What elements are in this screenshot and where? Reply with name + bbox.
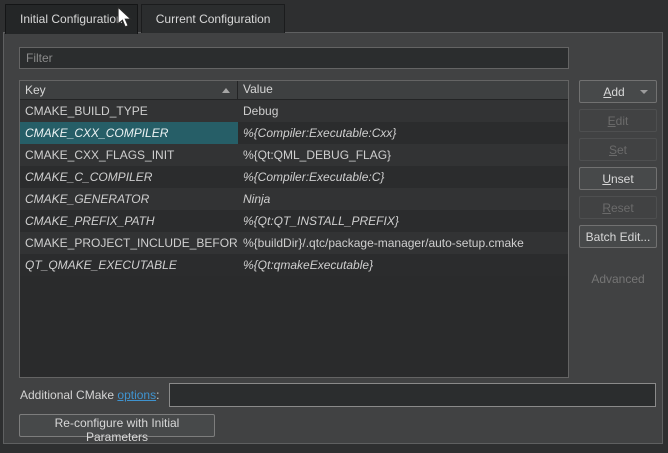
table-row: CMAKE_BUILD_TYPE Debug (20, 100, 568, 122)
advanced-toggle[interactable]: Advanced (579, 272, 657, 286)
key-cell[interactable]: CMAKE_CXX_FLAGS_INIT (20, 144, 238, 166)
table-body: CMAKE_BUILD_TYPE Debug CMAKE_CXX_COMPILE… (20, 100, 568, 276)
key-cell[interactable]: CMAKE_PREFIX_PATH (20, 210, 238, 232)
batch-edit-button[interactable]: Batch Edit... (579, 225, 657, 248)
key-cell[interactable]: QT_QMAKE_EXECUTABLE (20, 254, 238, 276)
configuration-tabbar: Initial Configuration Current Configurat… (5, 4, 285, 34)
add-dropdown-icon (640, 90, 648, 94)
additional-cmake-options-label: Additional CMake options: (20, 387, 159, 403)
value-cell[interactable]: %{Qt:QML_DEBUG_FLAG} (238, 144, 568, 166)
value-cell[interactable]: Debug (238, 100, 568, 122)
table-row: CMAKE_GENERATOR Ninja (20, 188, 568, 210)
label-suffix: : (156, 388, 159, 402)
table-row: QT_QMAKE_EXECUTABLE %{Qt:qmakeExecutable… (20, 254, 568, 276)
value-cell[interactable]: Ninja (238, 188, 568, 210)
initial-configuration-pane: Key Value CMAKE_BUILD_TYPE Debug CMAKE_C… (3, 32, 663, 444)
key-cell[interactable]: CMAKE_GENERATOR (20, 188, 238, 210)
additional-options-input[interactable] (169, 383, 656, 407)
value-cell[interactable]: %{Compiler:Executable:C} (238, 166, 568, 188)
cmake-configuration-panel: { "tabs": { "items": [ { "label": "Initi… (0, 0, 668, 453)
sort-ascending-icon (222, 88, 230, 93)
reset-button[interactable]: Reset (579, 196, 657, 219)
value-cell[interactable]: %{Qt:qmakeExecutable} (238, 254, 568, 276)
key-cell[interactable]: CMAKE_CXX_COMPILER (20, 122, 238, 144)
variables-table: Key Value CMAKE_BUILD_TYPE Debug CMAKE_C… (19, 80, 569, 378)
table-row: CMAKE_CXX_FLAGS_INIT %{Qt:QML_DEBUG_FLAG… (20, 144, 568, 166)
filter-input[interactable] (19, 47, 569, 69)
value-cell[interactable]: %{buildDir}/.qtc/package-manager/auto-se… (238, 232, 568, 254)
label-prefix: Additional CMake (20, 388, 117, 402)
table-row: CMAKE_PREFIX_PATH %{Qt:QT_INSTALL_PREFIX… (20, 210, 568, 232)
column-header-key[interactable]: Key (20, 81, 238, 99)
set-button[interactable]: Set (579, 138, 657, 161)
table-header-row: Key Value (20, 81, 568, 100)
tab-initial-configuration[interactable]: Initial Configuration (5, 4, 138, 34)
table-row: CMAKE_CXX_COMPILER %{Compiler:Executable… (20, 122, 568, 144)
key-cell[interactable]: CMAKE_PROJECT_INCLUDE_BEFORE (20, 232, 238, 254)
value-cell[interactable]: %{Qt:QT_INSTALL_PREFIX} (238, 210, 568, 232)
tab-current-configuration[interactable]: Current Configuration (141, 4, 286, 33)
edit-button[interactable]: Edit (579, 109, 657, 132)
reconfigure-button[interactable]: Re-configure with Initial Parameters (19, 414, 215, 437)
table-row: CMAKE_PROJECT_INCLUDE_BEFORE %{buildDir}… (20, 232, 568, 254)
options-link[interactable]: options (117, 388, 156, 402)
key-cell[interactable]: CMAKE_BUILD_TYPE (20, 100, 238, 122)
add-button[interactable]: Add (579, 80, 657, 103)
column-header-value[interactable]: Value (238, 81, 568, 99)
column-header-key-label: Key (25, 82, 46, 99)
value-cell[interactable]: %{Compiler:Executable:Cxx} (238, 122, 568, 144)
table-row: CMAKE_C_COMPILER %{Compiler:Executable:C… (20, 166, 568, 188)
key-cell[interactable]: CMAKE_C_COMPILER (20, 166, 238, 188)
add-button-label: Add (603, 85, 624, 99)
unset-button[interactable]: Unset (579, 167, 657, 190)
